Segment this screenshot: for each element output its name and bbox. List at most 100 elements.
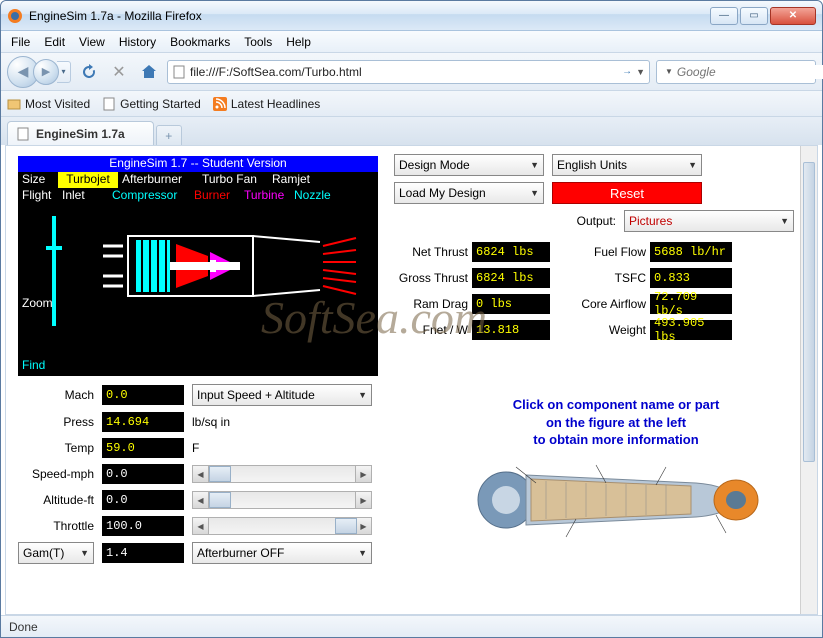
speed-slider-thumb[interactable] [209,466,231,482]
core-airflow-value: 72.709 lb/s [650,294,732,314]
stop-button[interactable]: ✕ [107,60,131,84]
scrollbar-thumb[interactable] [803,162,815,462]
find-link[interactable]: Find [22,358,45,372]
output-select[interactable]: Pictures [624,210,794,232]
altitude-value[interactable]: 0.0 [102,490,184,510]
engine-applet[interactable]: EngineSim 1.7 -- Student Version Size Tu… [18,156,378,376]
firefox-icon [7,8,23,24]
fnetw-label: Fnet / W [394,323,472,337]
url-bar[interactable]: → ▼ [167,60,650,84]
maximize-button[interactable]: ▭ [740,7,768,25]
search-dropdown[interactable]: ▼ [665,67,673,76]
menu-file[interactable]: File [5,33,36,51]
scrollbar-vertical[interactable] [800,146,817,614]
fuel-flow-label: Fuel Flow [568,245,650,259]
menu-help[interactable]: Help [280,33,317,51]
applet-afterburner[interactable]: Afterburner [118,172,198,188]
engine-cutaway-image[interactable] [466,455,766,545]
press-label: Press [18,415,94,429]
close-button[interactable]: ✕ [770,7,816,25]
units-select[interactable]: English Units [552,154,702,176]
speed-value[interactable]: 0.0 [102,464,184,484]
core-airflow-label: Core Airflow [568,297,650,311]
go-dropdown[interactable]: → [622,66,632,77]
applet-ramjet[interactable]: Ramjet [268,172,318,188]
tab-enginesim[interactable]: EngineSim 1.7a [7,121,154,145]
applet-turbine[interactable]: Turbine [240,188,290,204]
gam-value[interactable]: 1.4 [102,543,184,563]
ram-drag-label: Ram Drag [394,297,472,311]
tsfc-label: TSFC [568,271,650,285]
bookmark-latest-headlines[interactable]: Latest Headlines [213,97,320,111]
applet-turbojet[interactable]: Turbojet [58,172,118,188]
window-titlebar: EngineSim 1.7a - Mozilla Firefox — ▭ ✕ [1,1,822,31]
applet-nozzle[interactable]: Nozzle [290,188,336,204]
mach-value[interactable]: 0.0 [102,385,184,405]
reset-button[interactable]: Reset [552,182,702,204]
folder-icon [7,97,21,111]
design-mode-select[interactable]: Design Mode [394,154,544,176]
url-dropdown[interactable]: ▼ [636,67,645,77]
bookmark-most-visited[interactable]: Most Visited [7,97,90,111]
status-text: Done [9,620,38,634]
input-mode-select[interactable]: Input Speed + Altitude [192,384,372,406]
applet-title: EngineSim 1.7 -- Student Version [18,156,378,172]
press-value[interactable]: 14.694 [102,412,184,432]
altitude-slider-thumb[interactable] [209,492,231,508]
gross-thrust-label: Gross Thrust [394,271,472,285]
output-label: Output: [416,214,616,228]
throttle-value[interactable]: 100.0 [102,516,184,536]
page-icon [172,65,186,79]
gross-thrust-value: 6824 lbs [472,268,550,288]
slider-right-icon[interactable]: ▶ [355,466,371,482]
applet-inlet[interactable]: Inlet [58,188,108,204]
slider-left-icon[interactable]: ◀ [193,492,209,508]
history-dropdown[interactable]: ▾ [57,61,71,83]
reload-button[interactable] [77,60,101,84]
zoom-slider-handle[interactable] [46,246,62,250]
engine-schematic[interactable] [98,216,358,316]
throttle-slider[interactable]: ◀▶ [192,517,372,535]
menu-bookmarks[interactable]: Bookmarks [164,33,236,51]
slider-right-icon[interactable]: ▶ [355,518,371,534]
menu-edit[interactable]: Edit [38,33,71,51]
minimize-button[interactable]: — [710,7,738,25]
throttle-slider-thumb[interactable] [335,518,357,534]
info-box: Click on component name or part on the f… [446,396,786,545]
net-thrust-label: Net Thrust [394,245,472,259]
gam-select[interactable]: Gam(T) [18,542,94,564]
applet-flight[interactable]: Flight [18,188,58,204]
fuel-flow-value: 5688 lb/hr [650,242,732,262]
menu-view[interactable]: View [73,33,111,51]
new-tab-button[interactable]: + [156,125,182,145]
load-design-select[interactable]: Load My Design [394,182,544,204]
bookmarks-toolbar: Most Visited Getting Started Latest Head… [1,91,822,117]
zoom-label: Zoom [22,296,53,310]
temp-value[interactable]: 59.0 [102,438,184,458]
speed-slider[interactable]: ◀▶ [192,465,372,483]
weight-label: Weight [568,323,650,337]
bookmark-getting-started[interactable]: Getting Started [102,97,201,111]
mach-label: Mach [18,388,94,402]
search-input[interactable] [677,65,823,79]
url-input[interactable] [190,65,618,79]
metrics-grid: Net Thrust 6824 lbs Fuel Flow 5688 lb/hr… [394,242,794,340]
menu-history[interactable]: History [113,33,162,51]
menu-tools[interactable]: Tools [238,33,278,51]
applet-compressor[interactable]: Compressor [108,188,190,204]
applet-burner[interactable]: Burner [190,188,240,204]
forward-button[interactable]: ▶ [33,59,59,85]
content-area: EngineSim 1.7 -- Student Version Size Tu… [5,145,818,615]
slider-left-icon[interactable]: ◀ [193,466,209,482]
slider-right-icon[interactable]: ▶ [355,492,371,508]
altitude-slider[interactable]: ◀▶ [192,491,372,509]
tab-label: EngineSim 1.7a [36,127,125,141]
menu-bar: File Edit View History Bookmarks Tools H… [1,31,822,53]
search-box[interactable]: G ▼ [656,60,816,84]
slider-left-icon[interactable]: ◀ [193,518,209,534]
applet-turbofan[interactable]: Turbo Fan [198,172,268,188]
home-button[interactable] [137,60,161,84]
applet-size[interactable]: Size [18,172,58,188]
tab-bar: EngineSim 1.7a + [1,117,822,145]
afterburner-select[interactable]: Afterburner OFF [192,542,372,564]
